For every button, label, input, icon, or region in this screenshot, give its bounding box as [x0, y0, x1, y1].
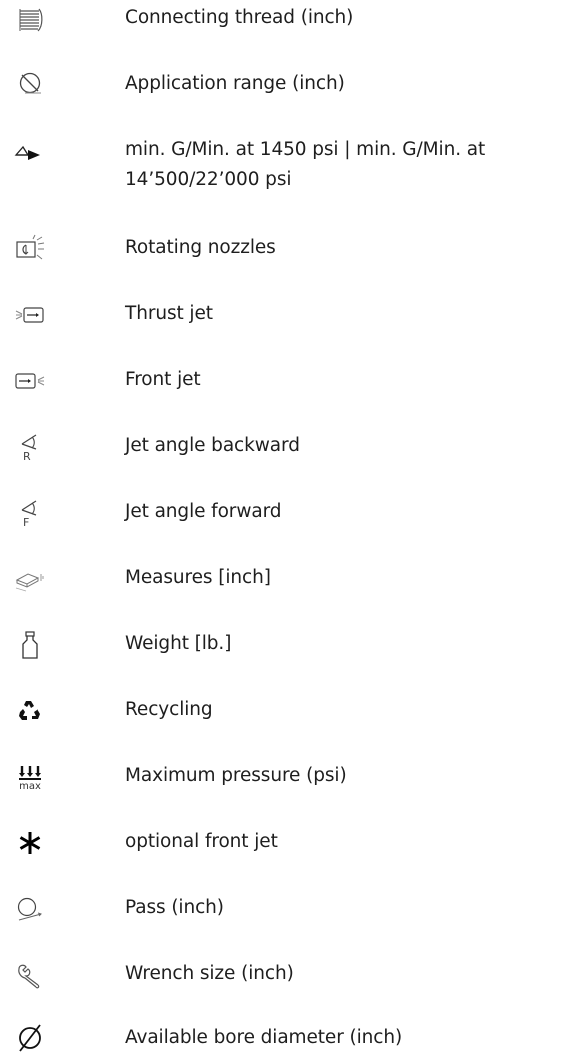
legend-label: Rotating nozzles [125, 237, 276, 258]
bore-diameter-icon [10, 1021, 50, 1055]
legend-label: Recycling [125, 699, 213, 720]
legend-label: Pass (inch) [125, 897, 224, 918]
flow-rate-icon [10, 136, 50, 170]
legend-label: Front jet [125, 369, 201, 390]
legend-label: Jet angle backward [125, 435, 300, 456]
jet-angle-forward-icon: F [10, 496, 50, 530]
measures-icon [10, 562, 50, 596]
thrust-jet-icon [10, 298, 50, 332]
icon-letter: R [23, 450, 31, 463]
legend-label: Weight [lb.] [125, 633, 232, 654]
legend-label: min. G/Min. at 1450 psi | min. G/Min. at… [125, 139, 486, 190]
legend-label: Available bore diameter (inch) [125, 1027, 403, 1048]
maximum-pressure-icon: max [10, 760, 50, 794]
legend-label: Maximum pressure (psi) [125, 765, 347, 786]
wrench-icon [10, 958, 50, 992]
legend-label: Application range (inch) [125, 73, 345, 94]
legend-label: Jet angle forward [125, 501, 282, 522]
rotating-nozzle-icon [10, 232, 50, 266]
application-range-icon [10, 66, 50, 100]
legend-label: Connecting thread (inch) [125, 7, 354, 28]
symbol-legend: Connecting thread (inch) Application ran… [0, 0, 561, 1057]
weight-icon [10, 628, 50, 662]
jet-angle-backward-icon: R [10, 430, 50, 464]
pass-icon [10, 892, 50, 926]
asterisk-icon [10, 826, 50, 860]
icon-letter: F [23, 516, 29, 529]
legend-label: Measures [inch] [125, 567, 271, 588]
recycling-icon [10, 694, 50, 728]
legend-label: optional front jet [125, 831, 278, 852]
front-jet-icon [10, 364, 50, 398]
legend-label: Wrench size (inch) [125, 963, 294, 984]
legend-label: Thrust jet [125, 303, 213, 324]
icon-text: max [19, 781, 41, 792]
thread-icon [10, 2, 50, 36]
